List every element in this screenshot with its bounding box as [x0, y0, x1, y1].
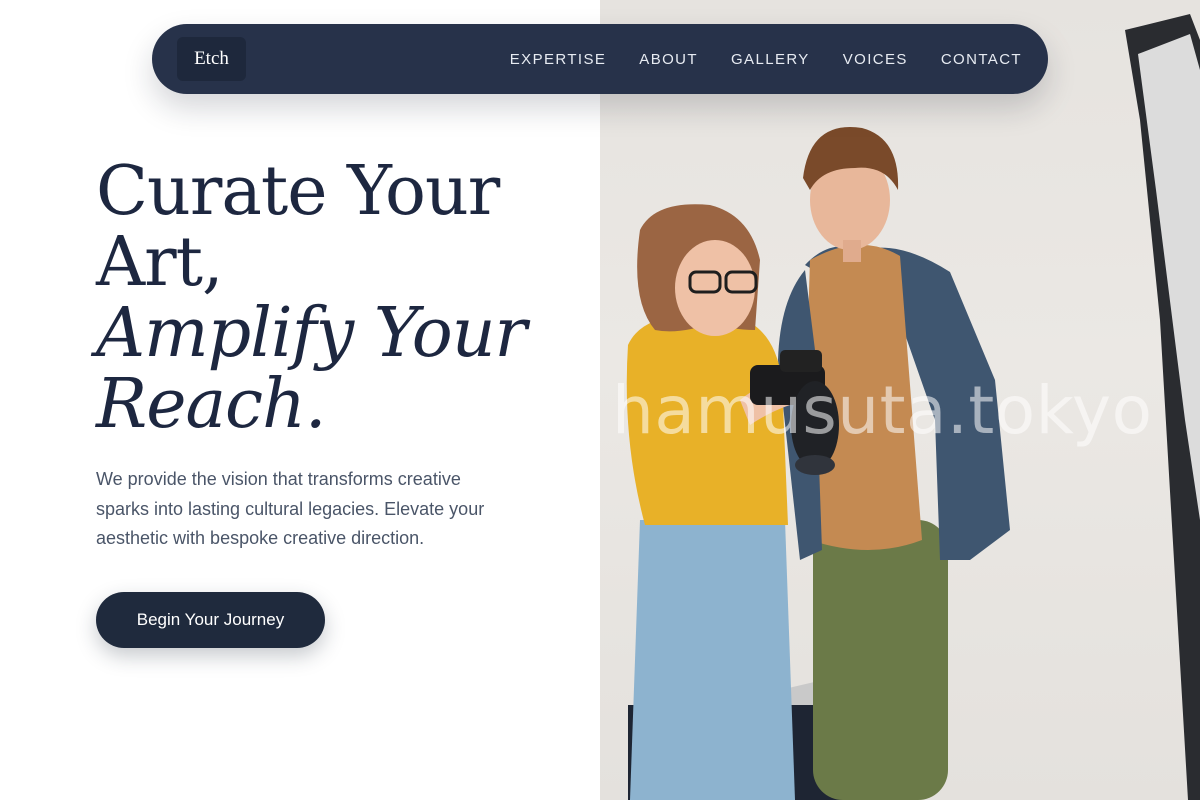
headline-line-1: Curate Your: [96, 152, 500, 231]
watermark-text: hamusuta.tokyo: [612, 372, 1153, 449]
begin-journey-button[interactable]: Begin Your Journey: [96, 592, 325, 648]
nav-link-about[interactable]: ABOUT: [639, 51, 698, 68]
nav-link-expertise[interactable]: EXPERTISE: [510, 51, 607, 68]
hero-headline: Curate Your Art, Amplify Your Reach.: [96, 156, 566, 440]
nav-link-contact[interactable]: CONTACT: [941, 51, 1022, 68]
headline-line-2: Art,: [96, 223, 224, 302]
hero-subtitle: We provide the vision that transforms cr…: [96, 469, 485, 548]
nav-link-voices[interactable]: VOICES: [843, 51, 908, 68]
headline-line-4: Reach.: [96, 365, 326, 444]
headline-line-3: Amplify Your: [96, 294, 527, 373]
brand-logo[interactable]: Etch: [177, 37, 246, 81]
top-navbar: Etch EXPERTISE ABOUT GALLERY VOICES CONT…: [152, 24, 1048, 94]
nav-links: EXPERTISE ABOUT GALLERY VOICES CONTACT: [510, 24, 1022, 94]
hero-photo: hamusuta.tokyo: [600, 0, 1200, 800]
woman-figure: [626, 204, 810, 800]
nav-link-gallery[interactable]: GALLERY: [731, 51, 810, 68]
